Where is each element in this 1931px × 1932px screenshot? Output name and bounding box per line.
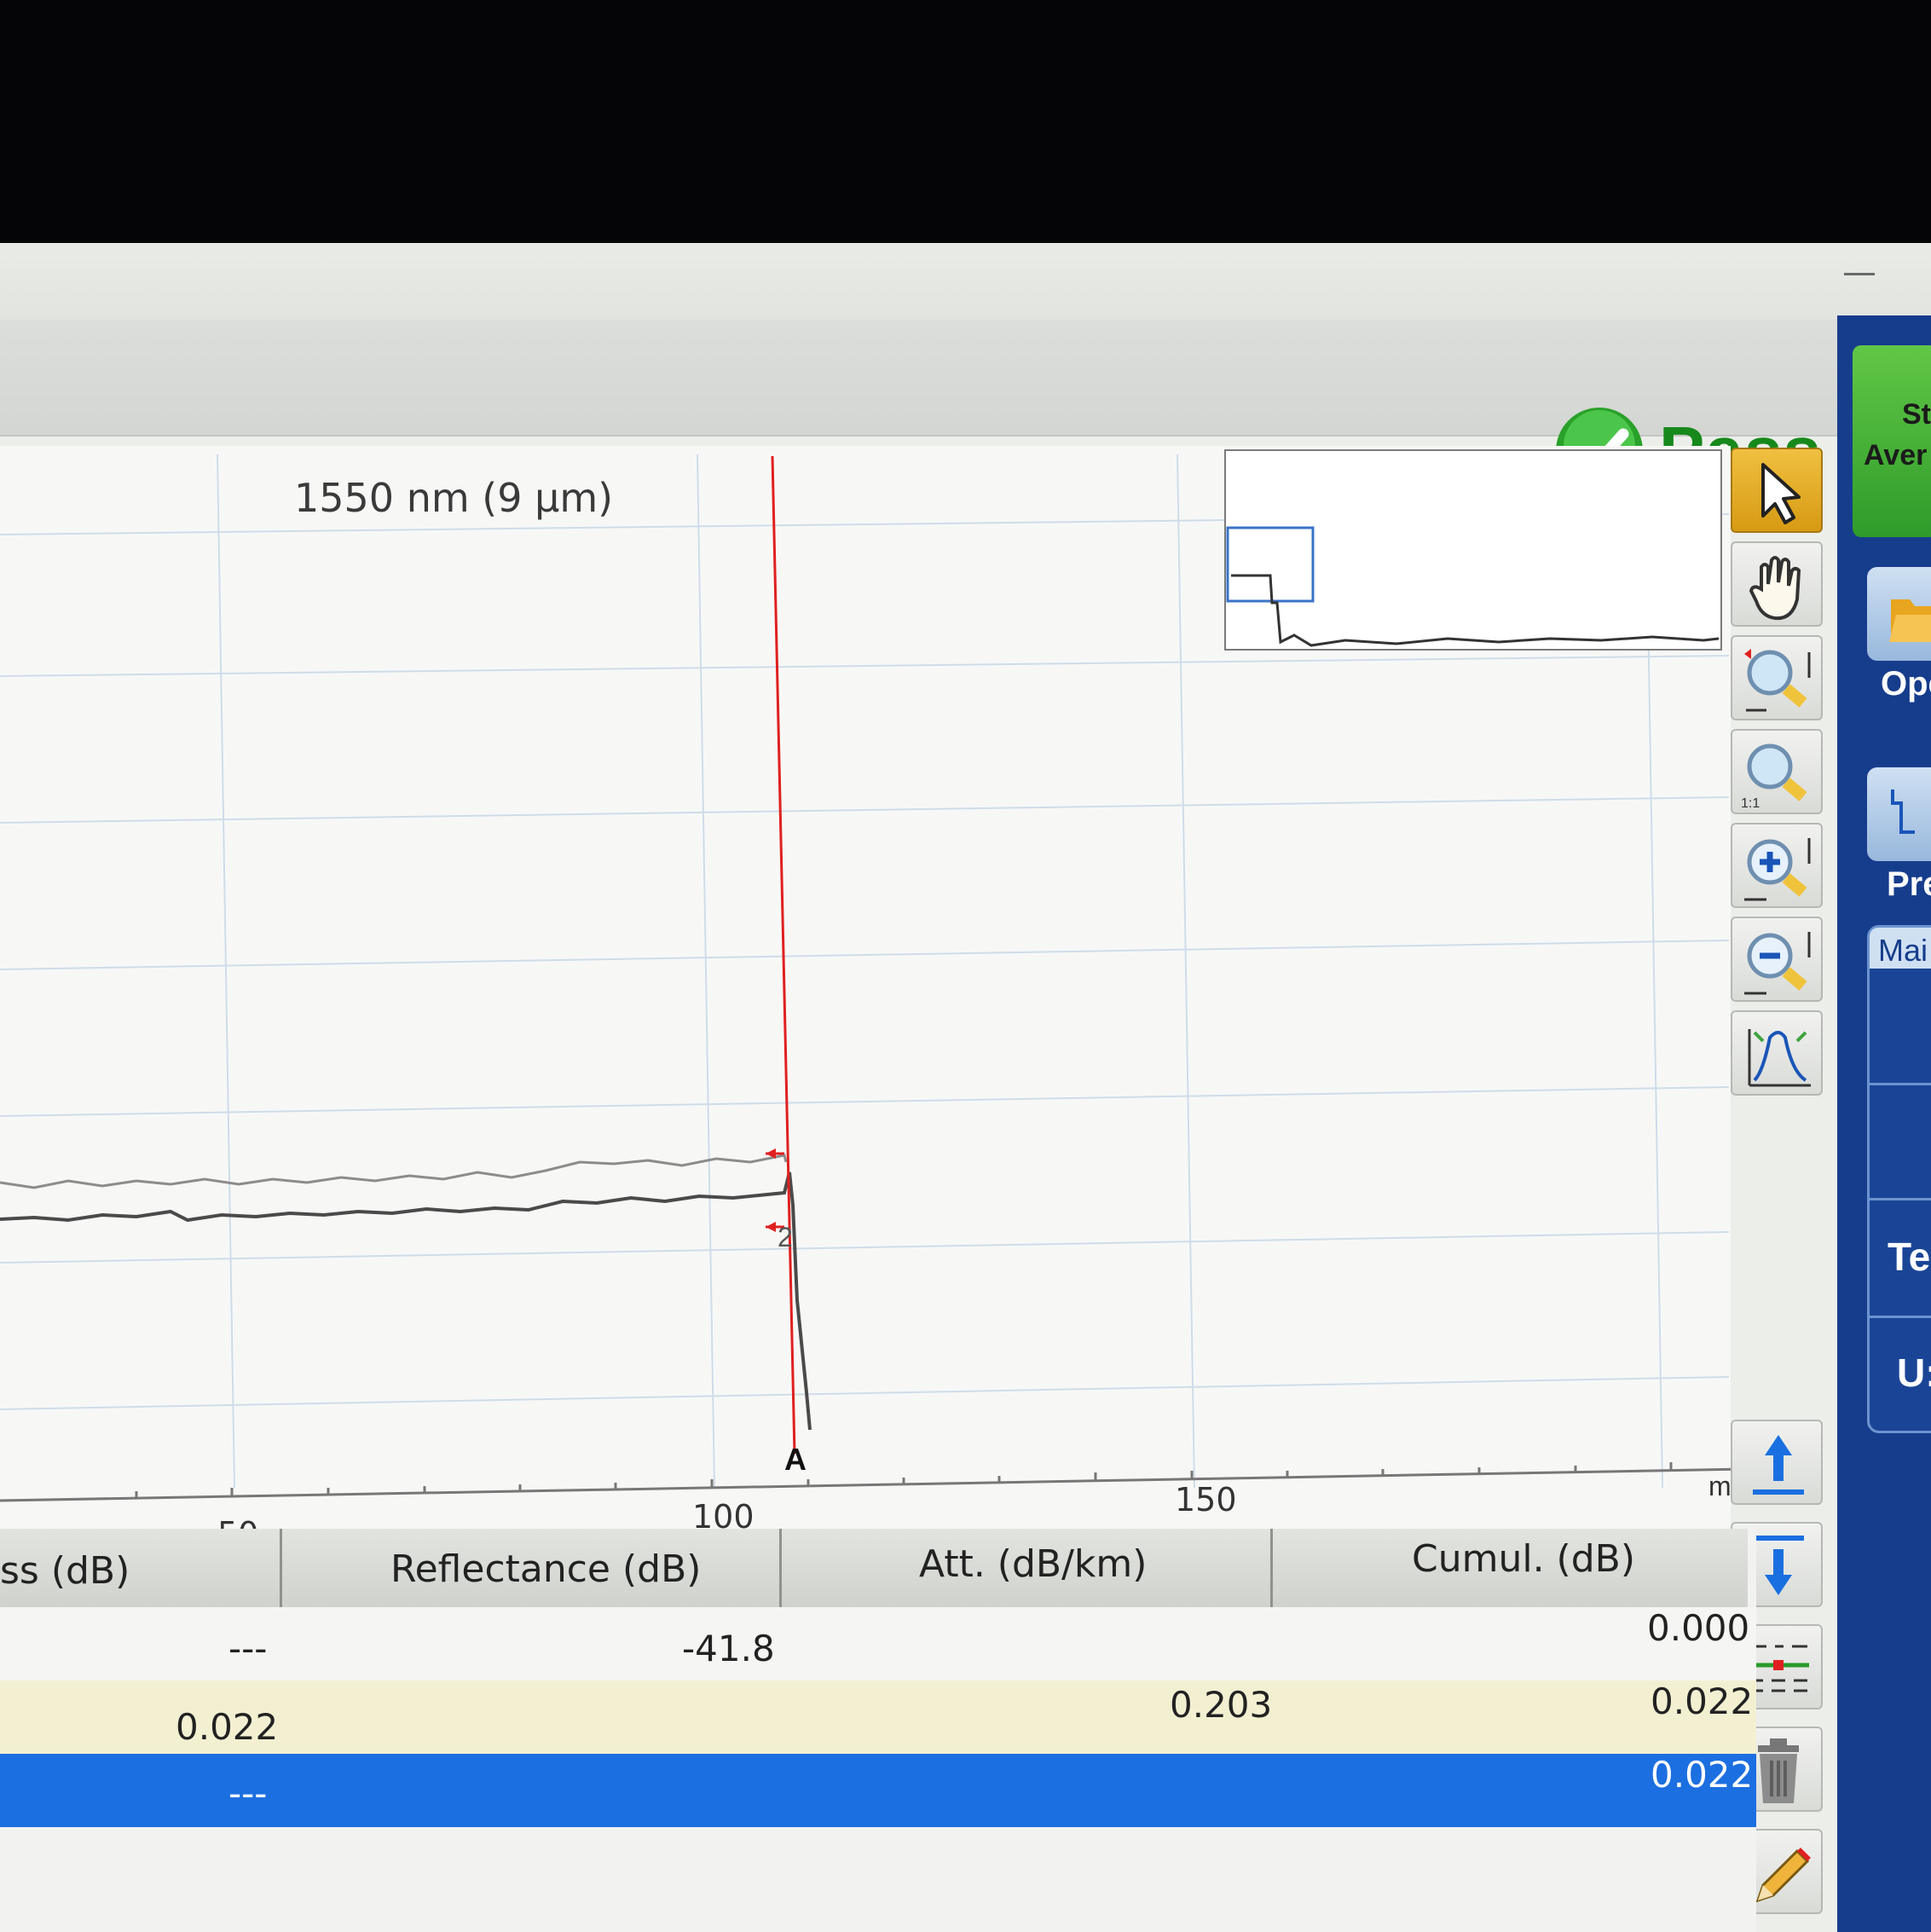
event-number-label: 2 bbox=[778, 1222, 793, 1252]
col-loss: ss (dB) bbox=[0, 1549, 130, 1593]
panel-divider bbox=[1867, 1316, 1931, 1318]
trace-plot bbox=[0, 454, 1747, 1502]
cell-att: 0.203 bbox=[1170, 1684, 1273, 1726]
x-tick-150: 150 bbox=[1175, 1481, 1237, 1518]
table-row-selected[interactable]: --- 0.022 bbox=[0, 1754, 1756, 1827]
cell-loss: --- bbox=[228, 1628, 268, 1669]
trace-overview-panel[interactable] bbox=[1224, 449, 1722, 651]
start-average-line1: St bbox=[1902, 398, 1931, 431]
marker-a-label: A bbox=[784, 1442, 807, 1477]
event-table: ss (dB) Reflectance (dB) Att. (dB/km) Cu… bbox=[0, 1529, 1756, 1932]
table-header: ss (dB) Reflectance (dB) Att. (dB/km) Cu… bbox=[0, 1529, 1748, 1609]
zoom-in-icon bbox=[1744, 838, 1811, 901]
pan-tool-button[interactable] bbox=[1731, 541, 1823, 627]
cell-loss: 0.022 bbox=[176, 1706, 279, 1748]
cell-cumul: 0.022 bbox=[1651, 1680, 1754, 1722]
col-att: Att. (dB/km) bbox=[919, 1542, 1148, 1586]
table-row[interactable]: 0.022 0.203 0.022 bbox=[0, 1680, 1756, 1754]
folder-icon bbox=[1889, 599, 1931, 642]
user-button-label[interactable]: U: bbox=[1897, 1350, 1931, 1396]
zoom-in-button[interactable] bbox=[1731, 823, 1823, 908]
zoom-reset-button[interactable]: 1:1 bbox=[1731, 729, 1823, 814]
col-divider bbox=[779, 1529, 782, 1607]
col-reflectance: Reflectance (dB) bbox=[390, 1547, 702, 1591]
zoom-out-button[interactable] bbox=[1731, 917, 1823, 1002]
preview-button[interactable] bbox=[1867, 767, 1931, 861]
col-divider bbox=[1270, 1529, 1273, 1607]
move-up-icon bbox=[1753, 1435, 1804, 1495]
col-divider bbox=[280, 1529, 282, 1607]
cell-cumul: 0.000 bbox=[1647, 1607, 1750, 1649]
table-row[interactable]: --- -41.8 0.000 bbox=[0, 1607, 1756, 1680]
x-axis-unit: m bbox=[1708, 1471, 1732, 1501]
preview-label: Pre bbox=[1887, 865, 1931, 903]
zoom-auto-button[interactable] bbox=[1731, 635, 1823, 720]
move-up-button[interactable] bbox=[1731, 1420, 1823, 1505]
open-button[interactable] bbox=[1867, 567, 1931, 661]
zoom-auto-icon bbox=[1744, 649, 1811, 712]
start-average-button[interactable]: St Aver bbox=[1853, 345, 1931, 537]
main-tab-label: Mai bbox=[1878, 933, 1928, 968]
zoom-reset-icon: 1:1 bbox=[1741, 743, 1807, 811]
cell-reflectance: -41.8 bbox=[682, 1628, 775, 1669]
panel-divider bbox=[1867, 1198, 1931, 1200]
test-button-label[interactable]: Te bbox=[1888, 1234, 1930, 1280]
hand-pan-icon bbox=[1749, 556, 1801, 621]
main-tab[interactable]: Mai bbox=[1870, 928, 1931, 969]
svg-text:1:1: 1:1 bbox=[1741, 796, 1760, 811]
minimize-icon[interactable] bbox=[1844, 273, 1875, 275]
wavelength-label: 1550 nm (9 µm) bbox=[294, 475, 614, 521]
overview-trace bbox=[1226, 526, 1720, 647]
start-average-line2: Aver bbox=[1864, 439, 1928, 471]
col-cumul: Cumul. (dB) bbox=[1412, 1537, 1636, 1581]
trace-fit-icon bbox=[1748, 1029, 1811, 1087]
otdr-screen: Pass bbox=[0, 243, 1931, 1932]
trace-preview-icon bbox=[1891, 790, 1915, 834]
panel-divider bbox=[1867, 1083, 1931, 1085]
pointer-tool-button[interactable] bbox=[1731, 448, 1823, 533]
open-label: Ope bbox=[1881, 665, 1931, 703]
trace-fit-button[interactable] bbox=[1731, 1010, 1823, 1096]
cell-loss: --- bbox=[228, 1773, 268, 1814]
cell-cumul: 0.022 bbox=[1651, 1754, 1754, 1796]
pointer-icon bbox=[1761, 463, 1801, 524]
zoom-out-icon bbox=[1744, 932, 1811, 995]
